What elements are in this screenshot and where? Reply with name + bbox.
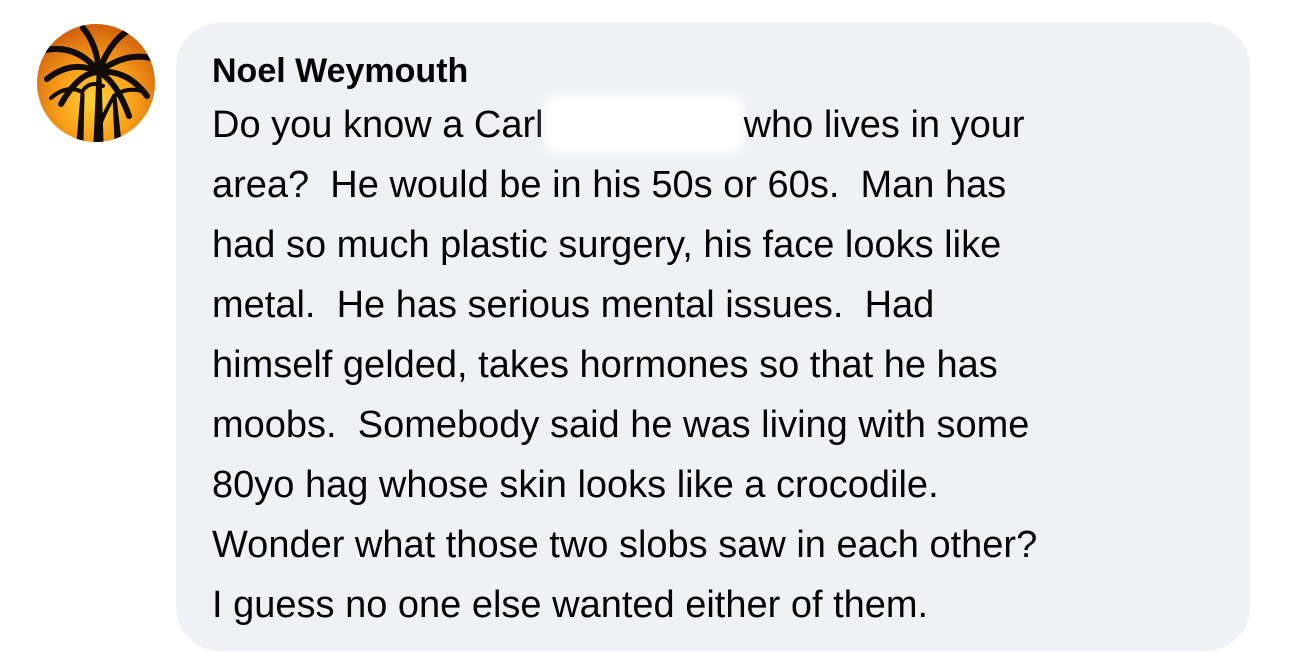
comment-author-name[interactable]: Noel Weymouth xyxy=(212,51,1220,91)
comment-line: himself gelded, takes hormones so that h… xyxy=(212,344,998,386)
comment-line: I guess no one else wanted either of the… xyxy=(212,584,929,626)
comment-bubble[interactable]: Noel Weymouth Do you know a Carl who live… xyxy=(176,23,1250,651)
comment-line: area? He would be in his 50s or 60s. Man… xyxy=(212,164,1007,206)
palm-tree-sunset-avatar-icon xyxy=(37,24,155,142)
avatar[interactable] xyxy=(37,24,155,142)
redaction-mark xyxy=(549,101,738,147)
comment-line-part: who lives in your xyxy=(743,104,1025,146)
comment-line: Do you know a Carl who lives in your xyxy=(212,95,1220,155)
comment-line: moobs. Somebody said he was living with … xyxy=(212,404,1030,446)
comment-line: metal. He has serious mental issues. Had xyxy=(212,284,935,326)
comment-line: 80yo hag whose skin looks like a crocodi… xyxy=(212,464,939,506)
comment-text: Do you know a Carl who lives in your area… xyxy=(212,95,1220,635)
comment-line-part: Do you know a Carl xyxy=(212,104,544,146)
comment-line: had so much plastic surgery, his face lo… xyxy=(212,224,1002,266)
comment-line: Wonder what those two slobs saw in each … xyxy=(212,524,1038,566)
